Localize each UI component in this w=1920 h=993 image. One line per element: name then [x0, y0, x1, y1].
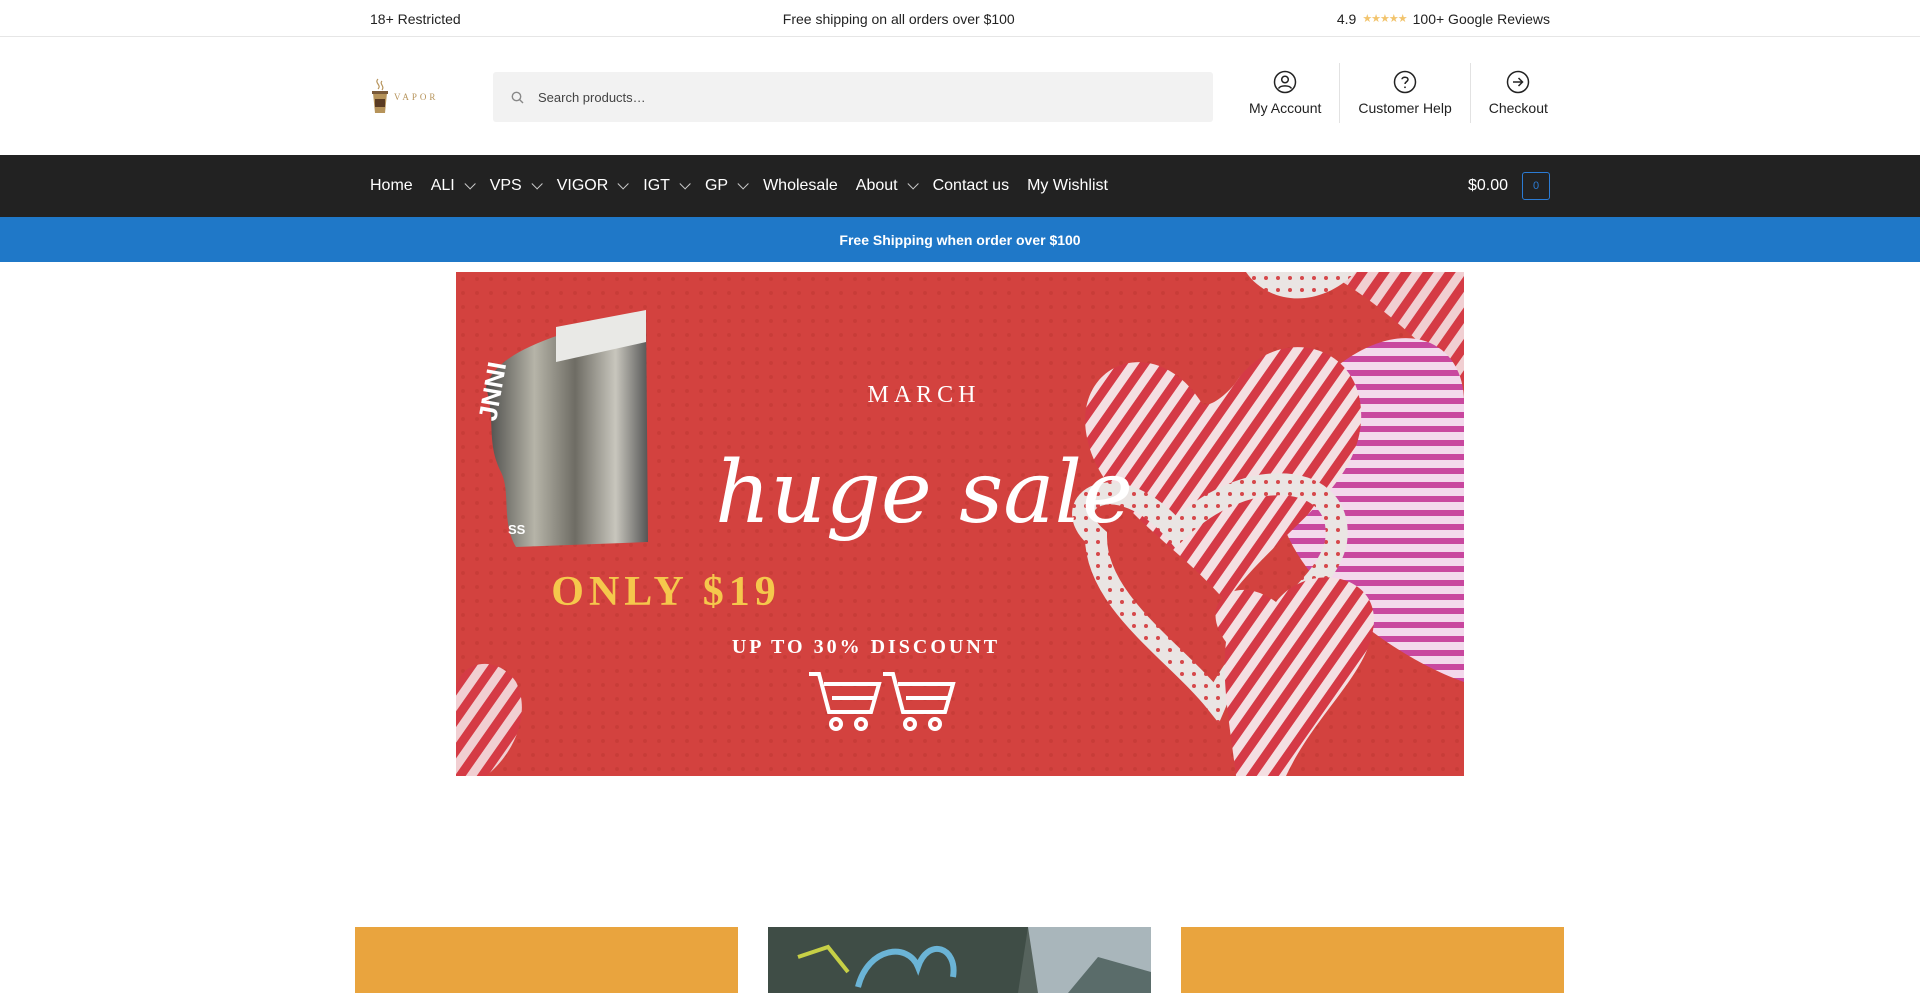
promo-text: Free Shipping when order over $100 [839, 231, 1081, 248]
category-cards [355, 927, 1565, 993]
category-card[interactable] [355, 927, 738, 993]
search-bar [493, 72, 1213, 122]
nav-label: Home [370, 177, 413, 194]
header-links: My Account Customer Help Checkout [1231, 63, 1566, 129]
nav-label: IGT [643, 177, 670, 194]
banner-month: MARCH [867, 382, 980, 408]
checkout-label: Checkout [1488, 100, 1548, 116]
nav-label: ALI [430, 177, 455, 194]
hero-banner-art: JNNI SS MARCH huge sale ONLY $19 UP TO 3… [456, 272, 1464, 776]
nav-item-igt[interactable]: IGT [643, 177, 691, 195]
nav-item-vigor[interactable]: VIGOR [556, 177, 630, 195]
chevron-down-icon [907, 178, 919, 190]
search-icon[interactable] [511, 91, 524, 104]
nav-item-gp[interactable]: GP [704, 177, 749, 195]
nav-item-wholesale[interactable]: Wholesale [763, 177, 838, 195]
customer-help-label: Customer Help [1358, 100, 1452, 116]
age-restriction-text: 18+ Restricted [370, 10, 461, 27]
nav-item-vps[interactable]: VPS [489, 177, 543, 195]
logo-cup-icon [372, 78, 388, 113]
search-input[interactable] [538, 89, 1178, 105]
nav-label: My Wishlist [1027, 177, 1108, 194]
nav-label: Contact us [932, 177, 1010, 194]
nav-label: VPS [489, 177, 522, 194]
nav-item-wishlist[interactable]: My Wishlist [1027, 177, 1108, 195]
rating-value: 4.9 [1336, 10, 1357, 27]
checkout-link[interactable]: Checkout [1469, 63, 1566, 123]
nav-menu: Home ALI VPS VIGOR IGT GP Wholesale Abou… [370, 177, 1108, 195]
chevron-down-icon [464, 178, 476, 190]
chevron-down-icon [737, 178, 749, 190]
nav-label: VIGOR [556, 177, 609, 194]
nav-item-home[interactable]: Home [370, 177, 413, 195]
chevron-down-icon [679, 178, 691, 190]
category-card[interactable] [768, 927, 1151, 993]
shipping-notice: Free shipping on all orders over $100 [782, 10, 1015, 27]
nav-label: GP [704, 177, 729, 194]
hero-banner[interactable]: JNNI SS MARCH huge sale ONLY $19 UP TO 3… [456, 272, 1464, 776]
google-rating[interactable]: 4.9 ★★★★★ 100+ Google Reviews [1337, 11, 1550, 27]
chevron-down-icon [531, 178, 543, 190]
svg-text:SS: SS [508, 522, 526, 537]
banner-headline: huge sale [715, 443, 1133, 543]
site-logo[interactable]: VAPOR [370, 75, 445, 119]
chevron-down-icon [617, 178, 630, 190]
nav-item-about[interactable]: About [855, 177, 919, 195]
customer-help-link[interactable]: Customer Help [1339, 63, 1469, 123]
logo-text: VAPOR [394, 92, 439, 102]
nav-label: Wholesale [763, 177, 838, 194]
my-account-link[interactable]: My Account [1231, 63, 1339, 123]
cart-button[interactable]: $0.00 0 [1468, 172, 1550, 200]
arrow-circle-icon [1507, 70, 1530, 94]
category-card[interactable] [1181, 927, 1564, 993]
promo-banner: Free Shipping when order over $100 [0, 217, 1920, 262]
nav-item-contact[interactable]: Contact us [933, 177, 1009, 195]
site-header: VAPOR My Account Customer Help [0, 37, 1920, 155]
card-photo [768, 927, 1151, 993]
banner-discount: UP TO 30% DISCOUNT [732, 636, 1000, 658]
top-bar: 18+ Restricted Free shipping on all orde… [0, 0, 1920, 37]
nav-label: About [855, 177, 898, 194]
reviews-link[interactable]: 100+ Google Reviews [1413, 11, 1550, 27]
cart-count-badge: 0 [1522, 172, 1550, 200]
nav-item-ali[interactable]: ALI [430, 177, 476, 195]
question-circle-icon [1393, 70, 1417, 94]
my-account-label: My Account [1249, 100, 1322, 116]
cart-total: $0.00 [1467, 177, 1508, 194]
stars-icon: ★★★★★ [1362, 13, 1407, 25]
main-nav: Home ALI VPS VIGOR IGT GP Wholesale Abou… [0, 155, 1920, 217]
banner-price: ONLY $19 [551, 569, 780, 615]
user-circle-icon [1273, 70, 1297, 94]
